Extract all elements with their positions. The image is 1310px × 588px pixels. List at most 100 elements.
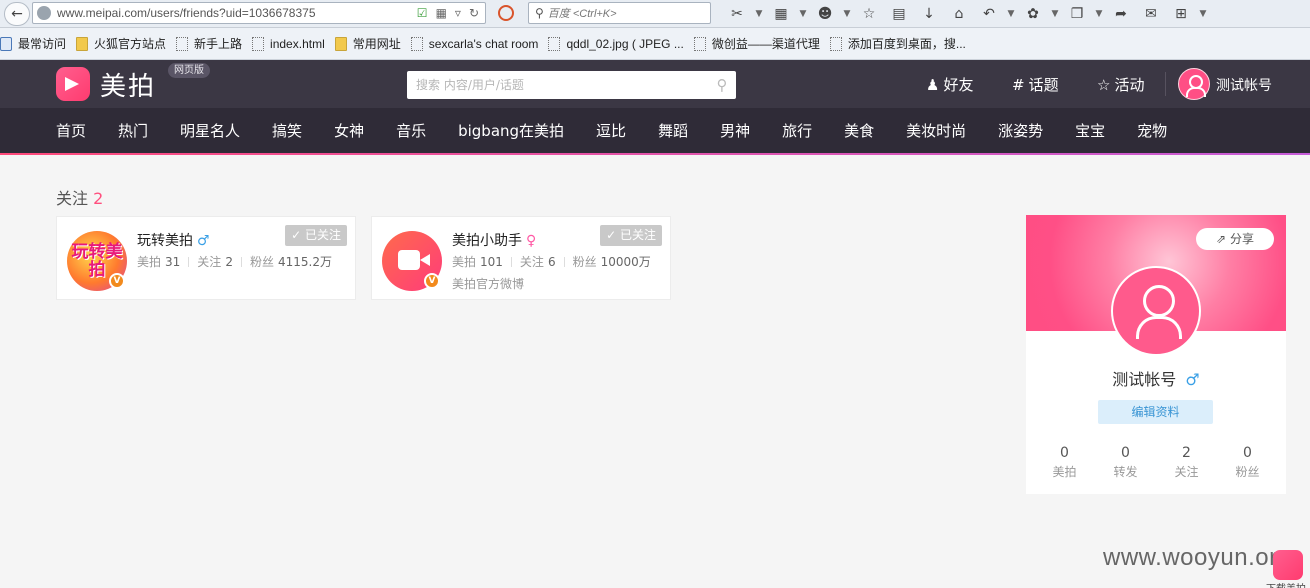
profile-avatar[interactable]	[1111, 266, 1201, 356]
user-stats: 美拍 31 关注 2 粉丝 4115.2万	[137, 253, 332, 270]
smiley-icon[interactable]: ☻	[810, 3, 840, 25]
back-arrow-icon[interactable]: ←	[4, 1, 30, 26]
events-link[interactable]: ☆ 活动	[1097, 74, 1144, 95]
bookmark-item[interactable]: 最常访问	[0, 35, 66, 52]
follow-count[interactable]: 6	[548, 255, 556, 269]
edit-profile-button[interactable]: 编辑资料	[1098, 400, 1213, 424]
qr-code-icon[interactable]: ▦	[436, 6, 447, 20]
dropdown-icon[interactable]: ▼	[840, 3, 854, 25]
category-item[interactable]: 搞笑	[272, 120, 302, 141]
search-icon[interactable]: ⚲	[708, 76, 736, 94]
topics-link[interactable]: # 话题	[1012, 74, 1059, 95]
meipai-label: 美拍	[452, 255, 477, 269]
user-name[interactable]: 美拍小助手 ♀	[452, 230, 536, 250]
dropdown-icon[interactable]: ▿	[455, 6, 461, 20]
screenshot-icon[interactable]: ✂	[722, 3, 752, 25]
download-icon[interactable]: ↓	[914, 3, 944, 25]
crop-icon[interactable]: ⊞	[1166, 3, 1196, 25]
share-button[interactable]: ⇗ 分享	[1196, 228, 1274, 250]
clipboard-icon[interactable]: ▤	[884, 3, 914, 25]
bookmark-item[interactable]: 常用网址	[334, 35, 401, 52]
adblock-icon[interactable]	[498, 5, 514, 21]
user-description: 美拍官方微博	[452, 277, 525, 291]
user-card: V 美拍小助手 ♀ ✓ 已关注 美拍 101 关注 6 粉丝 10000万 美拍官方微博	[371, 216, 671, 300]
bookmark-item[interactable]: 微创益——渠道代理	[693, 35, 820, 52]
reload-icon[interactable]: ↻	[469, 6, 479, 20]
category-item[interactable]: 热门	[118, 120, 148, 141]
category-item[interactable]: bigbang在美拍	[458, 120, 564, 141]
user-name-text: 玩转美拍	[137, 233, 193, 249]
bookmark-item[interactable]: sexcarla's chat room	[410, 36, 539, 51]
bookmark-label: sexcarla's chat room	[428, 36, 539, 51]
header-username[interactable]: 测试帐号	[1216, 75, 1272, 95]
profile-stat[interactable]: 0 粉丝	[1223, 445, 1273, 480]
category-item[interactable]: 宝宝	[1075, 120, 1105, 141]
url-text[interactable]: www.meipai.com/users/friends?uid=1036678…	[57, 6, 417, 20]
send-icon[interactable]: ➦	[1106, 3, 1136, 25]
chat-icon[interactable]: ✉	[1136, 3, 1166, 25]
undo-icon[interactable]: ↶	[974, 3, 1004, 25]
followed-button[interactable]: ✓ 已关注	[285, 225, 347, 246]
dropdown-icon[interactable]: ▼	[752, 3, 766, 25]
home-icon[interactable]: ⌂	[944, 3, 974, 25]
followed-label: 已关注	[619, 228, 656, 242]
bookmark-item[interactable]: 新手上路	[176, 35, 242, 52]
page-icon	[252, 36, 265, 51]
category-item[interactable]: 逗比	[596, 120, 626, 141]
verified-badge-icon: V	[424, 273, 440, 289]
fans-count[interactable]: 10000万	[601, 253, 651, 270]
bookmark-label: 新手上路	[194, 37, 243, 51]
follow-count[interactable]: 2	[225, 255, 233, 269]
profile-card: ⇗ 分享 测试帐号 ♂ 编辑资料 0 美拍 0 转发 2 关注 0 粉丝	[1026, 215, 1286, 494]
copy-icon[interactable]: ❐	[1062, 3, 1092, 25]
page-icon	[548, 36, 561, 51]
site-search-input[interactable]	[407, 71, 708, 99]
category-item[interactable]: 男神	[720, 120, 750, 141]
dropdown-icon[interactable]: ▼	[1004, 3, 1018, 25]
followed-button[interactable]: ✓ 已关注	[600, 225, 662, 246]
meipai-logo-icon[interactable]	[56, 67, 90, 101]
category-item[interactable]: 涨姿势	[998, 120, 1043, 141]
bookmark-star-icon[interactable]: ☆	[854, 3, 884, 25]
category-item[interactable]: 舞蹈	[658, 120, 688, 141]
male-gender-icon: ♂	[197, 233, 210, 249]
fans-count[interactable]: 4115.2万	[278, 253, 332, 270]
fans-label: 粉丝	[249, 255, 274, 269]
meipai-count[interactable]: 101	[480, 255, 503, 269]
dropdown-icon[interactable]: ▼	[1196, 3, 1210, 25]
bookmark-item[interactable]: qddl_02.jpg ( JPEG ...	[548, 36, 684, 51]
header-avatar[interactable]	[1178, 68, 1210, 100]
bookmark-item[interactable]: 添加百度到桌面，搜...	[829, 35, 966, 52]
friends-link[interactable]: ♟ 好友	[926, 74, 973, 95]
profile-stat[interactable]: 2 关注	[1162, 445, 1212, 480]
user-name[interactable]: 玩转美拍 ♂	[137, 230, 210, 250]
bookmark-label: 火狐官方站点	[94, 37, 167, 51]
category-item[interactable]: 音乐	[396, 120, 426, 141]
dropdown-icon[interactable]: ▼	[1092, 3, 1106, 25]
globe-icon	[37, 6, 51, 20]
site-logo-text[interactable]: 美拍	[100, 66, 156, 103]
dropdown-icon[interactable]: ▼	[1048, 3, 1062, 25]
bug-icon[interactable]: ✿	[1018, 3, 1048, 25]
category-item[interactable]: 美食	[844, 120, 874, 141]
address-bar[interactable]: www.meipai.com/users/friends?uid=1036678…	[32, 2, 486, 24]
category-item[interactable]: 美妆时尚	[906, 120, 966, 141]
bookmark-item[interactable]: index.html	[252, 36, 325, 51]
dropdown-icon[interactable]: ▼	[796, 3, 810, 25]
category-item[interactable]: 女神	[334, 120, 364, 141]
profile-stat-label: 粉丝	[1235, 465, 1260, 479]
apps-grid-icon[interactable]: ▦	[766, 3, 796, 25]
page-icon	[693, 36, 706, 51]
meipai-count[interactable]: 31	[165, 255, 180, 269]
shield-icon[interactable]: ☑	[417, 6, 428, 20]
profile-stat[interactable]: 0 美拍	[1040, 445, 1090, 480]
browser-search-box[interactable]: ⚲ 百度 <Ctrl+K>	[528, 2, 711, 24]
category-item[interactable]: 宠物	[1137, 120, 1167, 141]
profile-stat[interactable]: 0 转发	[1101, 445, 1151, 480]
download-app-label[interactable]: 下载美拍	[1266, 580, 1306, 588]
category-item[interactable]: 旅行	[782, 120, 812, 141]
category-item[interactable]: 明星名人	[180, 120, 240, 141]
download-app-icon[interactable]	[1273, 550, 1303, 580]
category-item[interactable]: 首页	[56, 120, 86, 141]
bookmark-item[interactable]: 火狐官方站点	[76, 35, 166, 52]
